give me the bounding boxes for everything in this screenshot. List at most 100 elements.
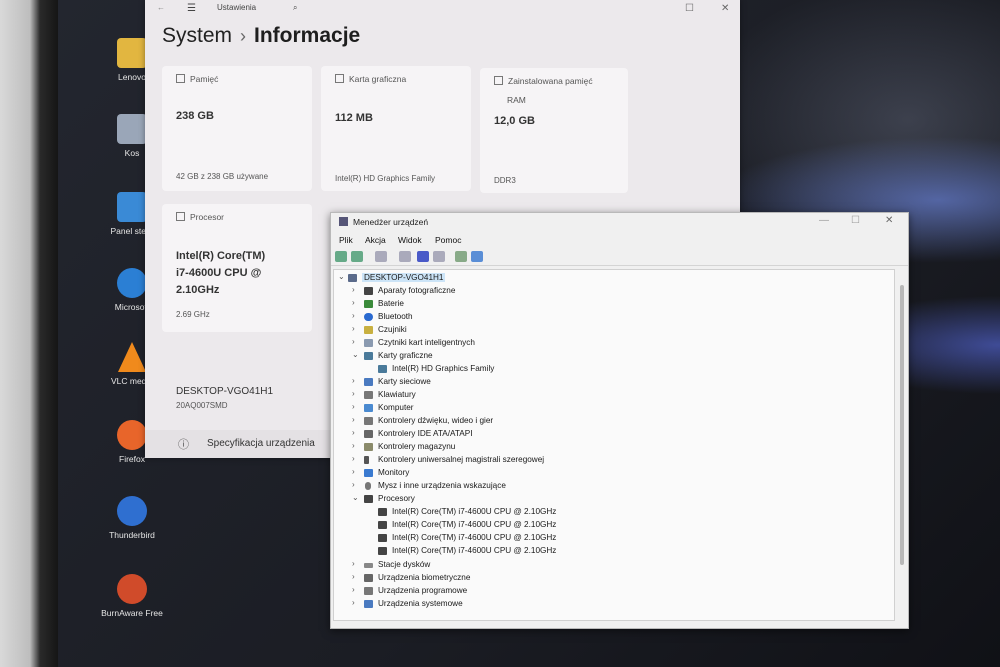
chevron-right-icon[interactable]: › <box>352 585 360 594</box>
menu-action[interactable]: Akcja <box>365 235 386 245</box>
tree-item-label: Intel(R) Core(TM) i7-4600U CPU @ 2.10GHz <box>392 546 557 555</box>
minimize-icon[interactable]: — <box>819 215 829 226</box>
chevron-right-icon[interactable]: › <box>352 402 360 411</box>
system-device-icon <box>364 600 373 608</box>
close-icon[interactable]: ✕ <box>885 215 893 226</box>
tree-item-label: Intel(R) Core(TM) i7-4600U CPU @ 2.10GHz <box>392 507 557 516</box>
tree-item-label: Bluetooth <box>378 312 413 321</box>
device-spec-label: Specyfikacja urządzenia <box>207 438 315 449</box>
chevron-right-icon[interactable]: › <box>352 480 360 489</box>
monitor-icon[interactable] <box>471 251 483 262</box>
desktop-icon-label: Lenovo <box>118 72 146 82</box>
device-model: 20AQ007SMD <box>176 401 228 410</box>
back-arrow-icon[interactable]: ← <box>157 3 165 12</box>
disk-drive-icon <box>364 563 373 568</box>
help-icon[interactable] <box>417 251 429 262</box>
cpu-value-line2: i7-4600U CPU @ <box>176 267 262 279</box>
search-icon[interactable]: ⌕ <box>293 3 297 13</box>
control-panel-icon <box>117 192 147 222</box>
chevron-down-icon[interactable]: ⌄ <box>352 350 360 359</box>
chevron-right-icon[interactable]: › <box>352 441 360 450</box>
page-title: Informacje <box>254 24 361 47</box>
thunderbird-icon <box>117 496 147 526</box>
forward-icon[interactable] <box>351 251 363 262</box>
desktop-icon-label: Kos <box>124 148 140 158</box>
storage-value: 238 GB <box>176 110 214 122</box>
chevron-right-icon[interactable]: › <box>352 324 360 333</box>
cpu-icon <box>176 212 185 221</box>
desktop-icon-thunderbird[interactable]: Thunderbird <box>92 496 172 540</box>
display-adapter-icon <box>378 365 387 373</box>
speaker-icon <box>364 417 373 425</box>
gpu-card: Karta graficzna 112 MB Intel(R) HD Graph… <box>321 66 471 191</box>
cpu-value-line1: Intel(R) Core(TM) <box>176 250 266 262</box>
menu-bar: Plik Akcja Widok Pomoc <box>331 233 908 247</box>
chevron-right-icon[interactable]: › <box>352 559 360 568</box>
sensor-icon <box>364 326 373 334</box>
gpu-icon <box>335 74 344 83</box>
mouse-icon <box>365 482 371 490</box>
breadcrumb-parent[interactable]: System <box>162 24 232 47</box>
chevron-right-icon[interactable]: › <box>352 298 360 307</box>
tree-item-label: Klawiatury <box>378 390 416 399</box>
desktop-icon-label: Thunderbird <box>109 530 155 540</box>
chevron-right-icon[interactable]: › <box>352 572 360 581</box>
breadcrumb-separator: › <box>240 26 247 46</box>
processor-icon <box>378 521 387 529</box>
tree-item-label: Kontrolery dźwięku, wideo i gier <box>378 416 494 425</box>
tree-view-icon[interactable] <box>399 251 411 262</box>
storage-icon <box>176 74 185 83</box>
cpu-value-line3: 2.10GHz <box>176 284 220 296</box>
desktop-icon-burnaware[interactable]: BurnAware Free <box>92 574 172 618</box>
menu-view[interactable]: Widok <box>398 235 422 245</box>
hamburger-menu-icon[interactable]: ☰ <box>187 3 196 14</box>
desktop-icon-label: BurnAware Free <box>101 608 163 618</box>
storage-card: Pamięć 238 GB 42 GB z 238 GB używane <box>162 66 312 191</box>
chevron-right-icon[interactable]: › <box>352 311 360 320</box>
camera-icon <box>364 287 373 295</box>
desktop-icon-label: Firefox <box>119 454 145 464</box>
menu-help[interactable]: Pomoc <box>435 235 461 245</box>
tree-item-label: Kontrolery IDE ATA/ATAPI <box>378 429 473 438</box>
tree-item-label: Kontrolery magazynu <box>378 442 456 451</box>
processor-icon <box>378 508 387 516</box>
update-driver-icon[interactable] <box>433 251 445 262</box>
monitor-bezel <box>0 0 58 667</box>
device-manager-app-icon <box>339 217 348 226</box>
edge-icon <box>117 268 147 298</box>
tree-item-label: Intel(R) HD Graphics Family <box>392 364 495 373</box>
scan-hardware-icon[interactable] <box>455 251 467 262</box>
close-icon[interactable]: ✕ <box>721 3 729 14</box>
gpu-value: 112 MB <box>335 112 373 124</box>
back-icon[interactable] <box>335 251 347 262</box>
tree-item-label: Czujniki <box>378 325 407 334</box>
chevron-right-icon[interactable]: › <box>352 285 360 294</box>
chevron-right-icon[interactable]: › <box>352 415 360 424</box>
maximize-icon[interactable]: ☐ <box>851 215 860 226</box>
menu-file[interactable]: Plik <box>339 235 353 245</box>
gpu-name: Intel(R) HD Graphics Family <box>335 174 436 183</box>
chevron-right-icon[interactable]: › <box>352 467 360 476</box>
scrollbar[interactable] <box>900 285 904 565</box>
properties-icon[interactable] <box>375 251 387 262</box>
tree-item-label: Kontrolery uniwersalnej magistrali szere… <box>378 455 545 464</box>
software-device-icon <box>364 587 373 595</box>
chevron-right-icon[interactable]: › <box>352 454 360 463</box>
chevron-right-icon[interactable]: › <box>352 337 360 346</box>
tree-item-label: Komputer <box>378 403 414 412</box>
chevron-down-icon[interactable]: ⌄ <box>338 272 346 281</box>
chevron-right-icon[interactable]: › <box>352 376 360 385</box>
tree-item-label: Urządzenia biometryczne <box>378 573 471 582</box>
folder-icon <box>117 38 147 68</box>
ram-label-line2: RAM <box>507 95 526 105</box>
chevron-right-icon[interactable]: › <box>352 428 360 437</box>
chevron-down-icon[interactable]: ⌄ <box>352 493 360 502</box>
processor-icon <box>364 495 373 503</box>
chevron-right-icon[interactable]: › <box>352 598 360 607</box>
bluetooth-icon <box>364 313 373 321</box>
device-manager-title: Menedżer urządzeń <box>353 217 429 227</box>
device-name: DESKTOP-VGO41H1 <box>176 386 274 397</box>
tree-item-label: Karty graficzne <box>378 351 433 360</box>
chevron-right-icon[interactable]: › <box>352 389 360 398</box>
maximize-icon[interactable]: ☐ <box>685 3 694 14</box>
